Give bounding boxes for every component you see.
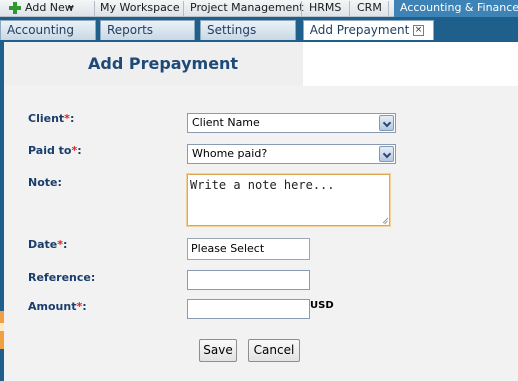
tab-reports[interactable]: Reports: [100, 20, 195, 40]
divider: [94, 1, 95, 16]
menu-my-workspace[interactable]: My Workspace: [100, 0, 180, 17]
amount-input[interactable]: [187, 299, 310, 319]
paid-to-select[interactable]: Whome paid?: [187, 144, 396, 164]
tab-accounting[interactable]: Accounting: [0, 20, 96, 40]
paid-to-select-button[interactable]: [379, 146, 394, 162]
add-new-menu[interactable]: Add New: [25, 0, 74, 17]
tab-bar: Accounting Reports Settings Add Prepayme…: [0, 17, 518, 42]
client-label: Client*:: [28, 112, 75, 125]
tab-add-prepayment-label: Add Prepayment: [309, 23, 410, 37]
client-select[interactable]: Client Name: [187, 113, 396, 133]
cancel-button[interactable]: Cancel: [248, 339, 300, 362]
page-title: Add Prepayment: [88, 54, 239, 73]
menu-crm[interactable]: CRM: [357, 0, 382, 17]
date-label: Date*:: [28, 238, 68, 251]
chevron-down-icon: [383, 151, 390, 158]
tab-add-prepayment[interactable]: Add Prepayment ×: [303, 20, 434, 40]
paid-to-label: Paid to*:: [28, 144, 82, 157]
chevron-down-icon: [383, 120, 390, 127]
reference-input[interactable]: [187, 270, 310, 290]
top-menu-bar: Add New My Workspace Project Management …: [0, 0, 518, 17]
caret-down-icon[interactable]: [68, 6, 74, 10]
plus-icon[interactable]: [9, 2, 21, 14]
menu-project-management[interactable]: Project Management: [190, 0, 304, 17]
menu-hrms[interactable]: HRMS: [309, 0, 341, 17]
note-label: Note:: [28, 176, 62, 189]
paid-to-select-value: Whome paid?: [192, 147, 268, 160]
close-icon[interactable]: ×: [413, 25, 424, 36]
save-button[interactable]: Save: [199, 339, 237, 362]
divider: [301, 1, 302, 16]
client-select-button[interactable]: [379, 115, 394, 131]
note-textarea[interactable]: Write a note here...: [187, 174, 390, 226]
tab-settings[interactable]: Settings: [200, 20, 296, 40]
currency-label: USD: [310, 300, 334, 311]
date-field[interactable]: Please Select: [187, 238, 310, 260]
reference-label: Reference:: [28, 271, 96, 284]
amount-label: Amount*:: [28, 300, 87, 313]
divider: [349, 1, 350, 16]
resize-grip-icon[interactable]: [380, 216, 388, 224]
menu-accounting-finance[interactable]: Accounting & Finance: [394, 0, 518, 17]
divider: [183, 1, 184, 16]
divider: [388, 1, 389, 16]
client-select-value: Client Name: [192, 116, 260, 129]
